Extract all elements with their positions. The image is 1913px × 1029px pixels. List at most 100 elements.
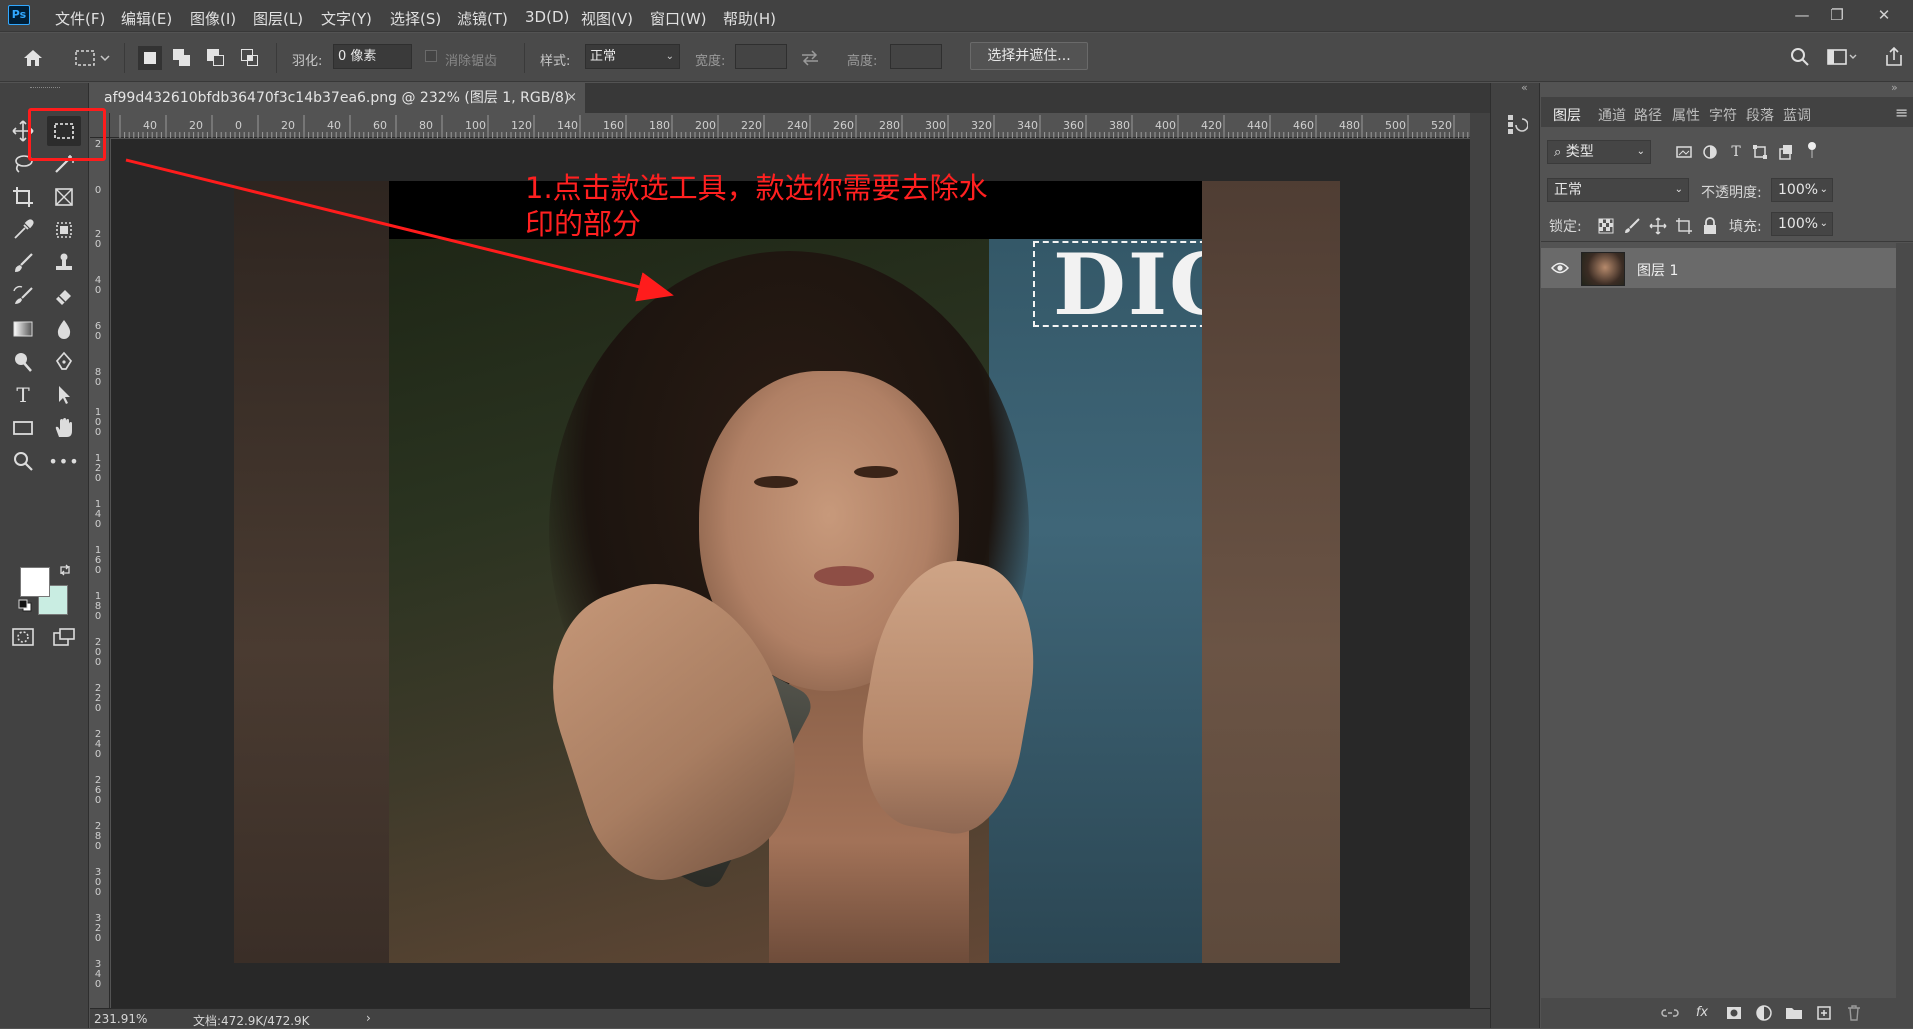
new-group-icon[interactable] bbox=[1785, 1004, 1803, 1022]
close-tab-icon[interactable]: × bbox=[566, 83, 577, 113]
canvas-area[interactable]: DIO bbox=[111, 139, 1470, 1008]
document-tab[interactable]: af99d432610bfdb36470f3c14b37ea6.png @ 23… bbox=[90, 83, 585, 113]
vertical-scrollbar[interactable] bbox=[1470, 113, 1490, 1008]
tab-paragraph[interactable]: 段落 bbox=[1746, 105, 1774, 125]
layer-effects-icon[interactable]: fx bbox=[1693, 1004, 1711, 1022]
new-layer-icon[interactable] bbox=[1815, 1004, 1833, 1022]
delete-layer-icon[interactable] bbox=[1845, 1004, 1863, 1022]
gradient-tool-icon[interactable] bbox=[6, 314, 40, 344]
tab-channels[interactable]: 通道 bbox=[1598, 105, 1626, 125]
dodge-tool-icon[interactable] bbox=[6, 347, 40, 377]
collapse-panel-icon[interactable]: » bbox=[1891, 81, 1898, 94]
filter-adjustment-icon[interactable] bbox=[1701, 143, 1719, 161]
filter-shape-icon[interactable] bbox=[1751, 143, 1769, 161]
collapse-dock-icon[interactable]: « bbox=[1521, 81, 1528, 94]
lock-all-icon[interactable] bbox=[1701, 217, 1719, 235]
close-button[interactable]: ✕ bbox=[1870, 4, 1898, 26]
add-selection-icon[interactable] bbox=[170, 46, 194, 70]
feather-input[interactable]: 0 像素 bbox=[333, 44, 412, 69]
more-tools-icon[interactable]: ••• bbox=[47, 446, 81, 476]
menu-window[interactable]: 窗口(W) bbox=[650, 8, 707, 29]
menu-filter[interactable]: 滤镜(T) bbox=[457, 8, 508, 29]
swap-icon[interactable] bbox=[800, 49, 820, 67]
lock-position-icon[interactable] bbox=[1649, 217, 1667, 235]
screen-mode-icon[interactable] bbox=[47, 622, 81, 652]
vertical-ruler[interactable]: 2 0 2 0 4 0 6 0 8 0 1 0 0 1 2 0 1 4 0 1 … bbox=[90, 138, 110, 1008]
menu-view[interactable]: 视图(V) bbox=[581, 8, 633, 29]
tab-layers[interactable]: 图层 bbox=[1553, 105, 1581, 125]
visibility-eye-icon[interactable] bbox=[1551, 261, 1569, 275]
layer-name[interactable]: 图层 1 bbox=[1637, 260, 1678, 280]
hand-tool-icon[interactable] bbox=[47, 413, 81, 443]
filter-toggle-icon[interactable] bbox=[1803, 141, 1821, 159]
quick-mask-icon[interactable] bbox=[6, 622, 40, 652]
blend-mode-select[interactable]: 正常 ⌄ bbox=[1547, 178, 1689, 202]
filter-type-icon[interactable]: T bbox=[1727, 143, 1745, 161]
width-input[interactable] bbox=[735, 44, 787, 69]
layer-thumbnail[interactable] bbox=[1581, 252, 1625, 286]
history-panel-icon[interactable] bbox=[1506, 113, 1528, 135]
eyedropper-tool-icon[interactable] bbox=[6, 215, 40, 245]
lock-pixels-icon[interactable] bbox=[1623, 217, 1641, 235]
menu-3d[interactable]: 3D(D) bbox=[525, 8, 569, 26]
fill-input[interactable]: 100% ⌄ bbox=[1771, 212, 1833, 236]
panel-menu-icon[interactable]: ≡ bbox=[1895, 103, 1908, 122]
menu-help[interactable]: 帮助(H) bbox=[723, 8, 776, 29]
add-mask-icon[interactable] bbox=[1725, 1004, 1743, 1022]
share-icon[interactable] bbox=[1884, 46, 1904, 68]
menu-select[interactable]: 选择(S) bbox=[390, 8, 441, 29]
search-icon[interactable] bbox=[1790, 47, 1810, 67]
marquee-selection[interactable]: DIO bbox=[1033, 241, 1202, 327]
rectangle-tool-icon[interactable] bbox=[6, 413, 40, 443]
tab-blue-tone[interactable]: 蓝调 bbox=[1783, 105, 1811, 125]
status-menu-arrow[interactable]: › bbox=[366, 1011, 371, 1025]
clone-stamp-tool-icon[interactable] bbox=[47, 248, 81, 278]
filter-pixel-icon[interactable] bbox=[1675, 143, 1693, 161]
lock-artboard-icon[interactable] bbox=[1675, 217, 1693, 235]
spot-healing-tool-icon[interactable] bbox=[47, 215, 81, 245]
menu-file[interactable]: 文件(F) bbox=[55, 8, 105, 29]
layer-filter-select[interactable]: ⌕ 类型 ⌄ bbox=[1547, 140, 1651, 164]
eraser-tool-icon[interactable] bbox=[47, 281, 81, 311]
workspace-icon[interactable] bbox=[1826, 47, 1858, 67]
style-select[interactable]: 正常 ⌄ bbox=[585, 44, 680, 69]
menu-edit[interactable]: 编辑(E) bbox=[121, 8, 172, 29]
history-brush-tool-icon[interactable] bbox=[6, 281, 40, 311]
layer-row[interactable]: 图层 1 bbox=[1541, 248, 1896, 288]
default-colors-icon[interactable] bbox=[18, 599, 34, 613]
layers-scrollbar[interactable] bbox=[1896, 243, 1913, 998]
document-image[interactable]: DIO bbox=[234, 181, 1340, 963]
zoom-level[interactable]: 231.91% bbox=[94, 1012, 147, 1026]
height-input[interactable] bbox=[890, 44, 942, 69]
tab-properties[interactable]: 属性 bbox=[1672, 105, 1700, 125]
type-tool-icon[interactable]: T bbox=[6, 380, 40, 410]
marquee-preset-icon[interactable] bbox=[74, 48, 110, 68]
home-icon[interactable] bbox=[22, 48, 44, 68]
tab-paths[interactable]: 路径 bbox=[1634, 105, 1662, 125]
menu-type[interactable]: 文字(Y) bbox=[321, 8, 372, 29]
lock-transparent-icon[interactable] bbox=[1597, 217, 1615, 235]
path-selection-tool-icon[interactable] bbox=[47, 380, 81, 410]
pen-tool-icon[interactable] bbox=[47, 347, 81, 377]
tab-character[interactable]: 字符 bbox=[1709, 105, 1737, 125]
new-selection-icon[interactable] bbox=[138, 46, 162, 70]
restore-button[interactable]: ❐ bbox=[1823, 4, 1851, 26]
intersect-selection-icon[interactable] bbox=[238, 46, 262, 70]
blur-tool-icon[interactable] bbox=[47, 314, 81, 344]
link-layers-icon[interactable] bbox=[1661, 1004, 1679, 1022]
crop-tool-icon[interactable] bbox=[6, 182, 40, 212]
zoom-tool-icon[interactable] bbox=[6, 446, 40, 476]
minimize-button[interactable]: — bbox=[1788, 4, 1816, 26]
menu-layer[interactable]: 图层(L) bbox=[253, 8, 303, 29]
opacity-input[interactable]: 100% ⌄ bbox=[1771, 178, 1833, 202]
frame-tool-icon[interactable] bbox=[47, 182, 81, 212]
toolbar-grip[interactable] bbox=[30, 87, 60, 89]
new-adjustment-icon[interactable] bbox=[1755, 1004, 1773, 1022]
brush-tool-icon[interactable] bbox=[6, 248, 40, 278]
antialias-checkbox[interactable] bbox=[425, 50, 437, 62]
subtract-selection-icon[interactable] bbox=[204, 46, 228, 70]
menu-image[interactable]: 图像(I) bbox=[190, 8, 236, 29]
swap-colors-icon[interactable] bbox=[58, 563, 72, 577]
filter-smart-object-icon[interactable] bbox=[1777, 143, 1795, 161]
horizontal-ruler[interactable]: 40 20 0 20 40 60 80 100 120 140 160 180 … bbox=[110, 113, 1470, 138]
